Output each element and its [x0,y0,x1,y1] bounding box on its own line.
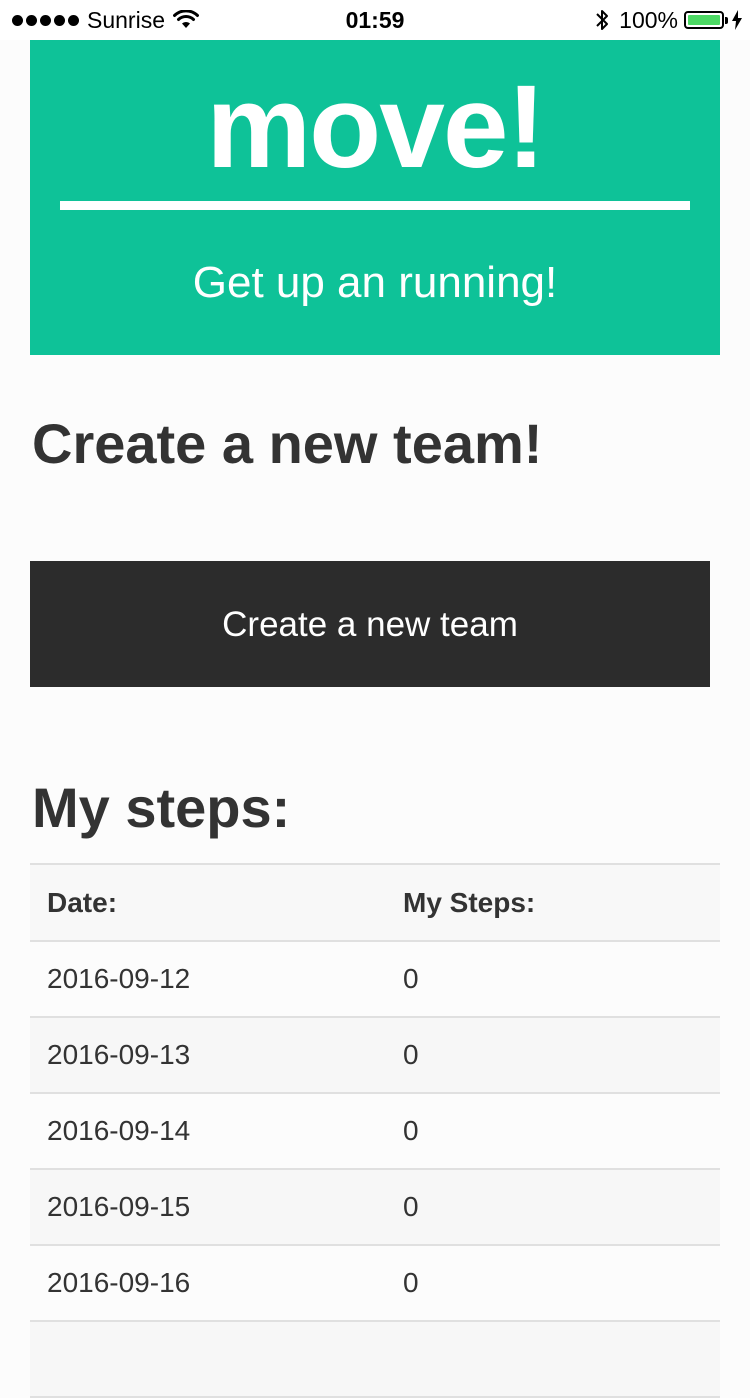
row-date: 2016-09-16 [47,1267,191,1298]
hero-banner: move! Get up an running! [30,0,720,355]
table-header-row: Date: My Steps: [30,865,720,942]
battery-percent: 100% [619,6,678,33]
table-row: 2016-09-14 0 [30,1094,720,1170]
column-header-date: Date: [47,886,118,918]
table-row: 2016-09-12 0 [30,942,720,1018]
table-row: 2016-09-15 0 [30,1170,720,1246]
row-steps: 0 [403,963,419,994]
charging-icon [732,10,742,30]
row-date: 2016-09-15 [47,1191,191,1222]
hero-divider [60,201,690,210]
column-header-steps: My Steps: [403,886,536,918]
bluetooth-icon [595,8,609,32]
my-steps-heading: My steps: [32,776,291,839]
create-team-heading: Create a new team! [32,412,543,475]
row-steps: 0 [403,1191,419,1222]
row-steps: 0 [403,1115,419,1146]
status-bar: Sunrise 01:59 100% [0,0,750,40]
row-date: 2016-09-13 [47,1039,191,1070]
table-row: 2016-09-16 0 [30,1246,720,1322]
battery-icon [684,11,728,29]
row-steps: 0 [403,1039,419,1070]
table-row-partial [30,1322,720,1398]
row-date: 2016-09-14 [47,1115,191,1146]
status-right: 100% [595,6,742,34]
battery-level-fill [688,15,720,25]
app-logo-title: move! [206,61,546,193]
create-team-button[interactable]: Create a new team [30,561,710,687]
row-steps: 0 [403,1267,419,1298]
row-date: 2016-09-12 [47,963,191,994]
table-row: 2016-09-13 0 [30,1018,720,1094]
hero-subtitle: Get up an running! [192,258,558,307]
steps-table: Date: My Steps: 2016-09-12 0 2016-09-13 … [30,863,720,1398]
